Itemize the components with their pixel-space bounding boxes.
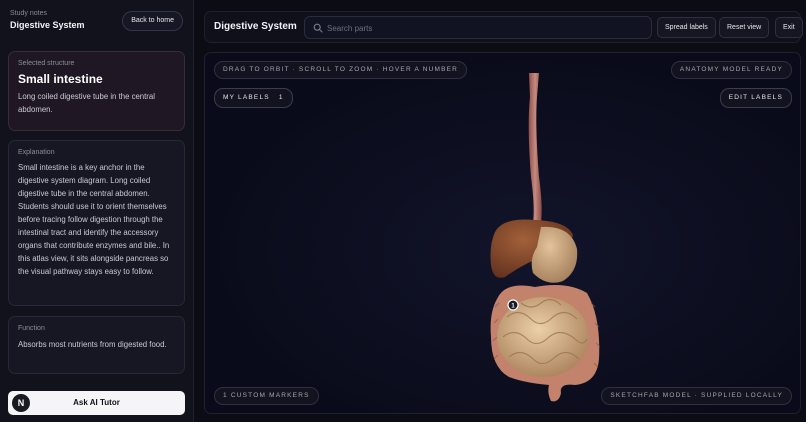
ask-ai-tutor-button[interactable]: N Ask AI Tutor <box>8 391 185 415</box>
reset-view-button[interactable]: Reset view <box>719 17 770 38</box>
model-source-badge: Sketchfab model · supplied locally <box>601 387 792 405</box>
selected-structure-kicker: Selected structure <box>18 60 75 67</box>
function-text: Absorbs most nutrients from digested foo… <box>18 340 167 349</box>
model-status-badge: Anatomy model ready <box>670 61 792 79</box>
selected-structure-card: Selected structure Small intestine Long … <box>8 51 185 131</box>
my-labels-count: 1 <box>278 94 284 101</box>
search-box <box>304 16 652 39</box>
esophagus-shape <box>528 73 542 222</box>
back-to-home-button[interactable]: Back to home <box>122 11 183 31</box>
search-input[interactable] <box>327 19 647 37</box>
page-title: Digestive System <box>214 21 297 32</box>
selected-structure-description: Long coiled digestive tube in the centra… <box>18 92 155 114</box>
explanation-kicker: Explanation <box>18 149 55 156</box>
function-card: Function Absorbs most nutrients from dig… <box>8 316 185 374</box>
spread-labels-button[interactable]: Spread labels <box>657 17 716 38</box>
explanation-card: Explanation Small intestine is a key anc… <box>8 140 185 306</box>
top-bar: Digestive System Spread labels Reset vie… <box>204 11 803 43</box>
function-kicker: Function <box>18 325 45 332</box>
search-icon <box>313 23 323 33</box>
tutor-logo-icon: N <box>12 394 30 412</box>
sidebar-header: Study notes Digestive System Back to hom… <box>10 10 183 36</box>
explanation-text: Small intestine is a key anchor in the d… <box>18 163 170 276</box>
edit-labels-button[interactable]: Edit labels <box>719 88 792 108</box>
digestive-model[interactable]: 1 <box>475 67 615 407</box>
exit-button[interactable]: Exit <box>775 17 803 38</box>
my-labels-button[interactable]: My labels 1 <box>214 88 293 108</box>
custom-markers-count: 1 custom markers <box>214 387 319 405</box>
controls-hint: Drag to orbit · Scroll to zoom · Hover a… <box>214 61 468 79</box>
ask-ai-tutor-label: Ask AI Tutor <box>73 398 120 407</box>
selected-structure-title: Small intestine <box>18 72 103 86</box>
sidebar: Study notes Digestive System Back to hom… <box>0 0 194 422</box>
model-viewer[interactable]: Drag to orbit · Scroll to zoom · Hover a… <box>204 52 801 414</box>
my-labels-label: My labels <box>223 94 270 101</box>
